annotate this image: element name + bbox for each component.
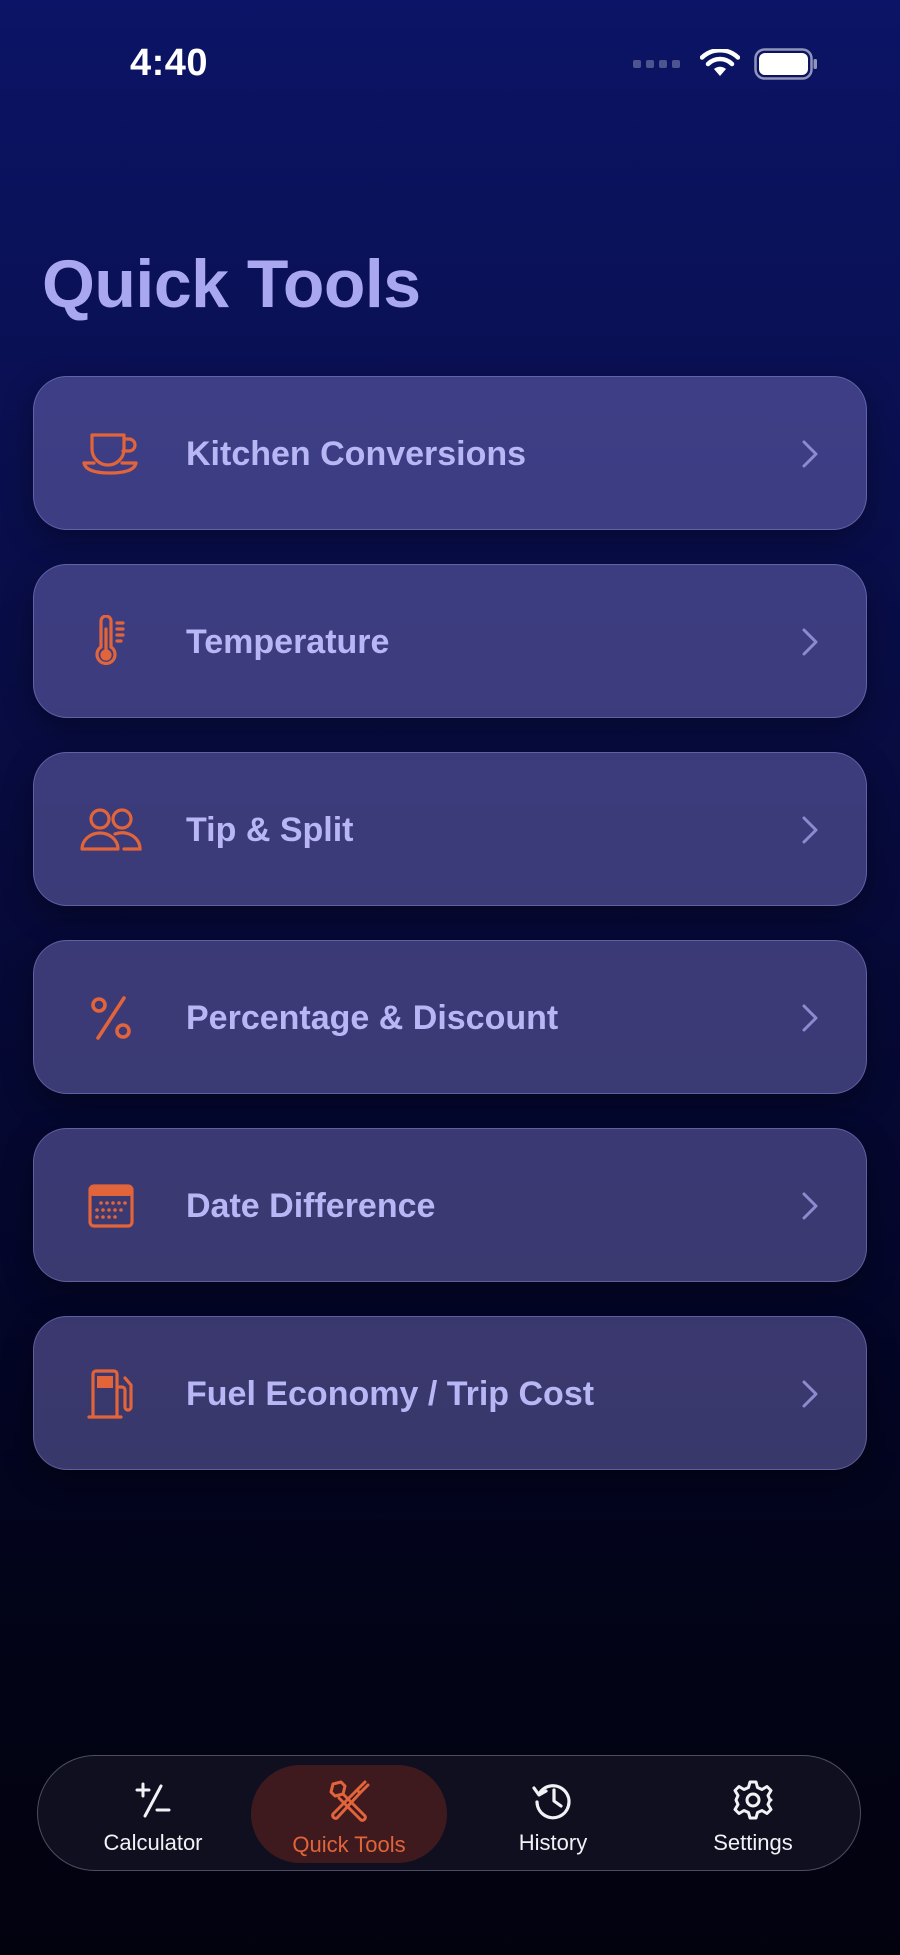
tab-history[interactable]: History [468, 1756, 638, 1872]
thermometer-icon [76, 607, 146, 677]
battery-icon [754, 48, 817, 80]
percent-icon [76, 983, 146, 1053]
tool-label: Temperature [186, 623, 390, 661]
status-icons [633, 48, 818, 80]
tool-card-fuel-economy[interactable]: Fuel Economy / Trip Cost [33, 1316, 867, 1470]
tool-label: Tip & Split [186, 811, 354, 849]
tab-label: Calculator [103, 1830, 203, 1855]
status-bar: 4:40 [0, 0, 900, 140]
tool-label: Kitchen Conversions [186, 435, 527, 473]
people-icon [76, 795, 146, 865]
plus-minus-icon [135, 1782, 171, 1818]
tab-bar: Calculator Quick Tools History Settings [37, 1755, 861, 1871]
tool-card-temperature[interactable]: Temperature [33, 564, 867, 718]
wifi-icon [700, 49, 740, 76]
tool-card-kitchen-conversions[interactable]: Kitchen Conversions [33, 376, 867, 530]
history-icon [532, 1784, 571, 1820]
calendar-icon [76, 1171, 146, 1241]
tool-card-tip-split[interactable]: Tip & Split [33, 752, 867, 906]
page-title: Quick Tools [42, 246, 421, 322]
tab-calculator[interactable]: Calculator [68, 1756, 238, 1872]
tool-label: Percentage & Discount [186, 999, 559, 1037]
chevron-right-icon [802, 1004, 818, 1032]
chevron-right-icon [802, 440, 818, 468]
chevron-right-icon [802, 1192, 818, 1220]
chevron-right-icon [802, 628, 818, 656]
chevron-right-icon [802, 816, 818, 844]
tool-card-date-difference[interactable]: Date Difference [33, 1128, 867, 1282]
tab-label: Quick Tools [292, 1832, 406, 1857]
tab-label: Settings [713, 1830, 793, 1855]
tool-card-percentage-discount[interactable]: Percentage & Discount [33, 940, 867, 1094]
gear-icon [733, 1780, 773, 1820]
tool-label: Date Difference [186, 1187, 436, 1225]
tab-label: History [518, 1830, 588, 1855]
tools-icon [329, 1780, 370, 1822]
tool-label: Fuel Economy / Trip Cost [186, 1375, 595, 1413]
coffee-cup-icon [76, 419, 146, 489]
tab-quick-tools[interactable]: Quick Tools [251, 1756, 447, 1872]
status-time: 4:40 [130, 42, 209, 84]
fuel-pump-icon [76, 1359, 146, 1429]
tab-settings[interactable]: Settings [668, 1756, 838, 1872]
chevron-right-icon [802, 1380, 818, 1408]
cellular-signal-icon [633, 60, 680, 68]
tools-list: Kitchen Conversions Temperature Tip & Sp… [33, 376, 867, 1504]
